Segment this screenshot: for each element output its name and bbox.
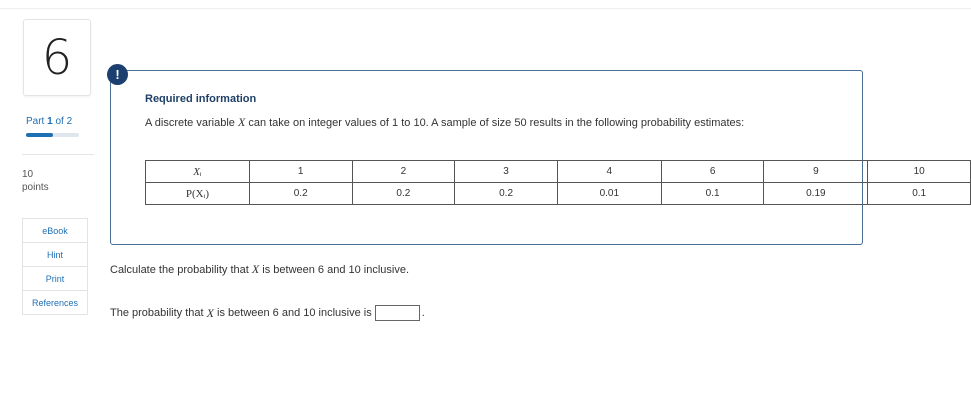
part-indicator: Part 1 of 2: [26, 116, 73, 127]
table-row-x: Xᵢ 1 2 3 4 6 9 10: [145, 160, 971, 183]
required-info-text: A discrete variable X can take on intege…: [145, 115, 745, 129]
table-cell: 0.1: [660, 182, 765, 205]
ebook-button[interactable]: eBook: [23, 219, 87, 243]
sidebar-divider: [22, 154, 94, 155]
answer-line: The probability that X is between 6 and …: [110, 305, 425, 321]
table-cell: 9: [763, 160, 869, 183]
points-indicator: 10 points: [22, 168, 49, 194]
top-divider: [0, 8, 971, 9]
references-button[interactable]: References: [23, 291, 87, 314]
points-value: 10: [22, 169, 34, 180]
table-cell: 4: [556, 160, 662, 183]
resource-buttons: eBook Hint Print References: [22, 218, 88, 315]
table-cell: 0.2: [248, 182, 353, 205]
question-number: 6: [23, 19, 91, 96]
table-cell: 2: [351, 160, 456, 183]
part-progress-bar: [26, 133, 79, 137]
table-cell: 0.19: [763, 182, 869, 205]
probability-table: Xᵢ 1 2 3 4 6 9 10 P(Xᵢ) 0.2 0.2 0.2 0.01…: [145, 160, 971, 205]
table-header-p: P(Xᵢ): [145, 182, 250, 205]
hint-button[interactable]: Hint: [23, 243, 87, 267]
table-header-x: Xᵢ: [145, 160, 250, 183]
table-cell: 3: [454, 160, 558, 183]
table-row-p: P(Xᵢ) 0.2 0.2 0.2 0.01 0.1 0.19 0.1: [145, 182, 971, 205]
table-cell: 10: [867, 160, 971, 183]
print-button[interactable]: Print: [23, 267, 87, 291]
table-cell: 6: [660, 160, 765, 183]
table-cell: 1: [248, 160, 353, 183]
required-info-title: Required information: [145, 93, 257, 105]
table-cell: 0.01: [556, 182, 662, 205]
alert-icon: !: [107, 64, 128, 85]
probability-answer-input[interactable]: [374, 305, 420, 321]
question-text: Calculate the probability that X is betw…: [110, 262, 410, 276]
part-progress-fill: [26, 133, 53, 137]
table-cell: 0.1: [867, 182, 971, 205]
table-cell: 0.2: [351, 182, 456, 205]
part-current: 1: [47, 116, 53, 127]
table-cell: 0.2: [454, 182, 558, 205]
points-label: points: [22, 182, 49, 193]
